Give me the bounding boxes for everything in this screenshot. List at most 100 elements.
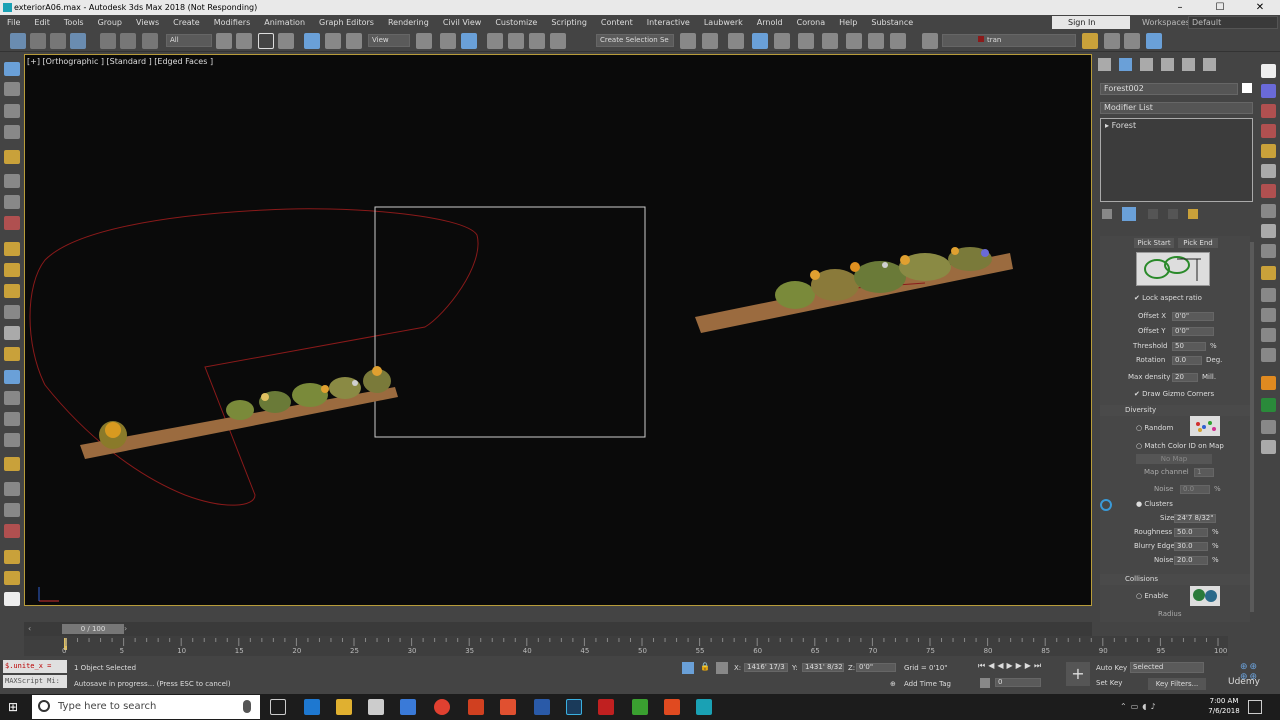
menu-scripting[interactable]: Scripting bbox=[544, 15, 594, 30]
random-color-swatch[interactable] bbox=[1190, 416, 1220, 436]
grid2-icon[interactable] bbox=[1261, 244, 1276, 258]
layer-properties-icon[interactable] bbox=[1146, 33, 1162, 49]
match-color-radio[interactable]: ○ Match Color ID on Map bbox=[1136, 442, 1224, 450]
menu-laubwerk[interactable]: Laubwerk bbox=[697, 15, 750, 30]
isolate-icon[interactable] bbox=[682, 662, 694, 674]
list-icon[interactable] bbox=[4, 104, 20, 118]
select-in-layer-icon[interactable] bbox=[1124, 33, 1140, 49]
curve-editor-icon[interactable] bbox=[774, 33, 790, 49]
menu-graph-editors[interactable]: Graph Editors bbox=[312, 15, 381, 30]
modify-tab-icon[interactable] bbox=[1119, 58, 1132, 71]
create-tab-icon[interactable] bbox=[1098, 58, 1111, 71]
photoshop-icon[interactable] bbox=[566, 699, 582, 715]
menu-customize[interactable]: Customize bbox=[488, 15, 544, 30]
modifier-stack[interactable]: ▸ Forest bbox=[1100, 118, 1253, 202]
select-object-icon[interactable] bbox=[216, 33, 232, 49]
box-icon[interactable] bbox=[4, 242, 20, 256]
offset-y-spinner[interactable]: 0'0" bbox=[1172, 327, 1214, 336]
mail-icon[interactable] bbox=[400, 699, 416, 715]
particle-icon[interactable] bbox=[1261, 84, 1276, 98]
bulb-icon[interactable] bbox=[4, 457, 20, 471]
3dsmax-taskbar-icon[interactable] bbox=[696, 699, 712, 715]
time-slider[interactable]: ‹ 0 / 100 › bbox=[24, 622, 1092, 636]
sound-icon[interactable] bbox=[4, 195, 20, 209]
snaps-toggle-icon[interactable] bbox=[487, 33, 503, 49]
helper-icon[interactable] bbox=[4, 216, 20, 230]
menu-content[interactable]: Content bbox=[594, 15, 640, 30]
motion-tab-icon[interactable] bbox=[1161, 58, 1174, 71]
make-unique-icon[interactable] bbox=[1148, 209, 1158, 219]
store-icon[interactable] bbox=[368, 699, 384, 715]
viewport-orthographic[interactable]: [+] [Orthographic ] [Standard ] [Edged F… bbox=[24, 54, 1092, 606]
camera-icon[interactable] bbox=[4, 370, 20, 384]
stack-item-forest[interactable]: ▸ Forest bbox=[1105, 121, 1136, 130]
collisions-rollout-header[interactable]: Collisions bbox=[1100, 574, 1250, 585]
menu-animation[interactable]: Animation bbox=[257, 15, 312, 30]
rendered-frame-window-icon[interactable] bbox=[868, 33, 884, 49]
cone-icon[interactable] bbox=[4, 326, 20, 340]
taskbar-clock[interactable]: 7:00 AM 7/6/2018 bbox=[1206, 696, 1242, 716]
current-frame-field[interactable]: 0 bbox=[995, 678, 1041, 687]
no-map-button[interactable]: No Map bbox=[1136, 454, 1212, 464]
sphere-icon[interactable] bbox=[4, 284, 20, 298]
office-icon[interactable] bbox=[500, 699, 516, 715]
undo-icon[interactable] bbox=[30, 33, 46, 49]
clusters-radio[interactable]: ● Clusters bbox=[1136, 500, 1173, 508]
tool-a-icon[interactable] bbox=[1261, 288, 1276, 302]
menu-modifiers[interactable]: Modifiers bbox=[207, 15, 258, 30]
percent-snap-icon[interactable] bbox=[529, 33, 545, 49]
sheet-icon[interactable] bbox=[4, 433, 20, 447]
select-icon[interactable] bbox=[4, 82, 20, 96]
material-editor-icon[interactable] bbox=[822, 33, 838, 49]
key-mode-dropdown[interactable]: Selected bbox=[1130, 662, 1204, 673]
camera2-icon[interactable] bbox=[1261, 204, 1276, 218]
pin-icon[interactable] bbox=[10, 33, 26, 49]
windows-start-icon[interactable]: ⊞ bbox=[8, 700, 22, 714]
enable-collisions-checkbox[interactable]: ○ Enable bbox=[1136, 592, 1168, 600]
diversity-rollout-header[interactable]: Diversity bbox=[1100, 405, 1250, 416]
tool-c-icon[interactable] bbox=[1261, 328, 1276, 342]
remove-modifier-icon[interactable] bbox=[1168, 209, 1178, 219]
render-production-icon[interactable] bbox=[890, 33, 906, 49]
noise2-spinner[interactable]: 20.0 bbox=[1174, 556, 1208, 565]
white-tool-icon[interactable] bbox=[1261, 64, 1276, 78]
next-frame-icon[interactable]: › bbox=[124, 624, 127, 633]
track-bar[interactable]: 0 5 10 15 20 25 30 35 40 45 50 55 60 65 70 75 80 85 90 95 10… bbox=[24, 636, 1228, 656]
select-manipulate-icon[interactable] bbox=[440, 33, 456, 49]
pivot-center-icon[interactable] bbox=[416, 33, 432, 49]
menu-tools[interactable]: Tools bbox=[57, 15, 91, 30]
utilities-tab-icon[interactable] bbox=[1203, 58, 1216, 71]
mirror-icon[interactable] bbox=[680, 33, 696, 49]
y-coordinate-field[interactable]: 1431' 8/32 bbox=[802, 663, 844, 672]
cube-orange-icon[interactable] bbox=[1261, 266, 1276, 280]
pick-start-button[interactable]: Pick Start bbox=[1134, 238, 1174, 248]
configure-sets-icon[interactable] bbox=[1188, 209, 1198, 219]
close-button[interactable]: ✕ bbox=[1240, 0, 1280, 15]
link-icon[interactable] bbox=[100, 33, 116, 49]
red-tool2-icon[interactable] bbox=[1261, 124, 1276, 138]
word-icon[interactable] bbox=[534, 699, 550, 715]
create-new-layer-icon[interactable] bbox=[1082, 33, 1098, 49]
reference-coord-dropdown[interactable]: View bbox=[368, 34, 410, 47]
playback-controls[interactable]: ⏮◀◀▶▶▶⏭ bbox=[978, 661, 1044, 671]
rect-selection-icon[interactable] bbox=[258, 33, 274, 49]
spray-icon[interactable] bbox=[1261, 224, 1276, 238]
wrench-icon[interactable] bbox=[1261, 420, 1276, 434]
camtasia-icon[interactable] bbox=[632, 699, 648, 715]
maxscript-mini[interactable]: MAXScript Mi: bbox=[3, 675, 67, 688]
toggle-ribbon-icon[interactable] bbox=[752, 33, 768, 49]
rotation-spinner[interactable]: 0.0 bbox=[1172, 356, 1202, 365]
keyboard-shortcut-icon[interactable] bbox=[461, 33, 477, 49]
rotate-icon[interactable] bbox=[325, 33, 341, 49]
hierarchy-tab-icon[interactable] bbox=[1140, 58, 1153, 71]
menu-rendering[interactable]: Rendering bbox=[381, 15, 436, 30]
threshold-spinner[interactable]: 50 bbox=[1172, 342, 1206, 351]
x-coordinate-field[interactable]: 1416' 17/3 bbox=[744, 663, 788, 672]
size-spinner[interactable]: 24'7 8/32" bbox=[1174, 514, 1216, 523]
viewport-label[interactable]: [+] [Orthographic ] [Standard ] [Edged F… bbox=[27, 57, 213, 66]
lock-selection-icon[interactable]: 🔒 bbox=[700, 662, 710, 674]
forest-pack-icon[interactable] bbox=[1261, 376, 1276, 390]
panel-icon[interactable] bbox=[4, 125, 20, 139]
dome2-icon[interactable] bbox=[4, 571, 20, 585]
app-red-icon[interactable] bbox=[598, 699, 614, 715]
